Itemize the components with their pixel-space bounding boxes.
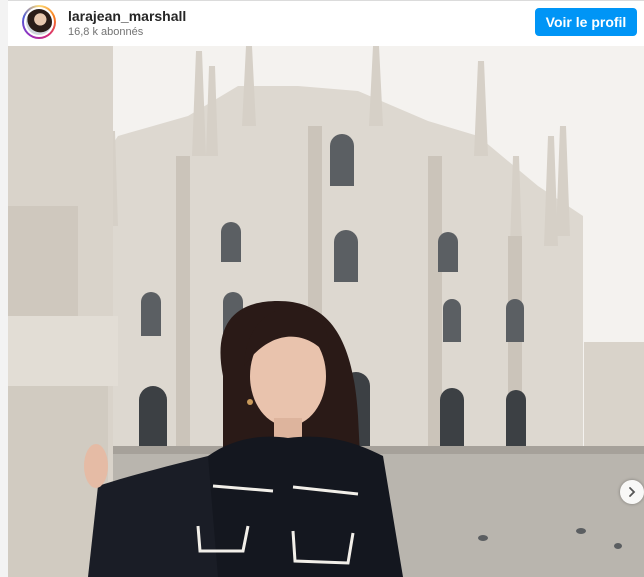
- chevron-right-icon: [629, 487, 636, 497]
- next-slide-button[interactable]: [620, 480, 644, 504]
- pillar-capital: [8, 316, 118, 386]
- avatar[interactable]: [22, 5, 56, 39]
- avatar-ring: [24, 7, 54, 37]
- post-image[interactable]: [8, 46, 644, 577]
- left-page-edge: [0, 0, 8, 577]
- username[interactable]: larajean_marshall: [68, 8, 186, 24]
- avatar-photo: [26, 9, 52, 35]
- side-building: [584, 342, 644, 446]
- follower-count: 16,8 k abonnés: [68, 26, 144, 38]
- pillar-block: [8, 206, 78, 316]
- view-profile-button[interactable]: Voir le profil: [535, 8, 637, 36]
- post-header: larajean_marshall 16,8 k abonnés Voir le…: [8, 0, 644, 47]
- cathedral-photo: [8, 46, 644, 577]
